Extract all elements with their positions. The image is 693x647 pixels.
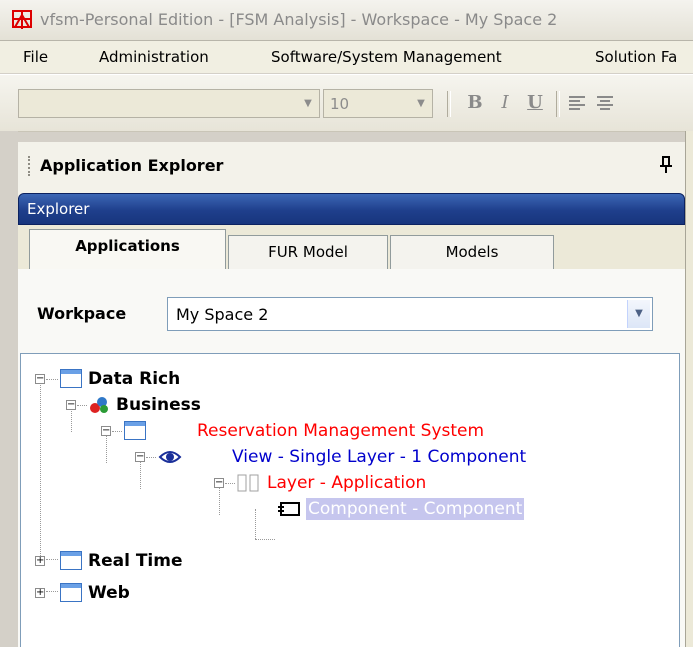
- tree-node-web[interactable]: + Web: [21, 580, 321, 606]
- font-size-value: 10: [330, 95, 350, 113]
- menu-solution[interactable]: Solution Fa: [595, 48, 677, 66]
- toolbar-separator: [447, 91, 451, 117]
- menu-administration[interactable]: Administration: [99, 48, 209, 66]
- menu-software-system-management[interactable]: Software/System Management: [271, 48, 502, 66]
- tab-fur-model[interactable]: FUR Model: [228, 235, 388, 269]
- tree-connector: [112, 431, 122, 432]
- tree-node-reservation-management-system[interactable]: − Reservation Management System: [21, 418, 541, 444]
- collapse-icon[interactable]: −: [101, 426, 111, 436]
- font-name-combo[interactable]: ▼: [18, 89, 320, 118]
- drag-grip-icon[interactable]: [28, 156, 33, 176]
- tree-connector: [146, 457, 156, 458]
- application-tree[interactable]: − Data Rich − Business − Reservation Man…: [20, 353, 680, 647]
- tree-connector: [255, 539, 275, 540]
- applications-tab-body: Workpace My Space 2 ▼ − Data Rich − Busi…: [18, 269, 685, 647]
- expand-icon[interactable]: +: [35, 588, 45, 598]
- tree-node-view[interactable]: − View - Single Layer - 1 Component: [21, 444, 601, 470]
- application-explorer-panel: Application Explorer Explorer Applicatio…: [18, 142, 685, 647]
- explorer-bar[interactable]: Explorer: [18, 193, 685, 225]
- tree-node-business[interactable]: − Business: [21, 392, 321, 418]
- explorer-label: Explorer: [27, 200, 90, 218]
- collapse-icon[interactable]: −: [66, 400, 76, 410]
- italic-button[interactable]: I: [492, 89, 518, 117]
- title-bar: vfsm-Personal Edition - [FSM Analysis] -…: [0, 0, 693, 41]
- expand-icon[interactable]: +: [35, 556, 45, 566]
- system-window-icon: [124, 421, 146, 440]
- tree-node-real-time[interactable]: + Real Time: [21, 548, 321, 574]
- panel-title: Application Explorer: [40, 156, 224, 175]
- collapse-icon[interactable]: −: [214, 478, 224, 488]
- formatting-toolbar: ▼ 10 ▼ B I U: [0, 74, 693, 132]
- align-left-icon[interactable]: [568, 95, 586, 111]
- document-area-edge: [685, 131, 693, 647]
- tree-node-label: Layer - Application: [267, 473, 427, 493]
- workspace-select[interactable]: My Space 2 ▼: [167, 297, 653, 331]
- tree-node-layer[interactable]: − Layer - Application: [21, 470, 501, 496]
- tree-connector: [46, 379, 58, 380]
- tree-node-label: Component - Component: [306, 498, 525, 520]
- bold-button[interactable]: B: [462, 89, 488, 117]
- view-eye-icon: [158, 451, 182, 463]
- collapse-icon[interactable]: −: [135, 452, 145, 462]
- collapse-icon[interactable]: −: [35, 374, 45, 384]
- tree-connector: [77, 405, 87, 406]
- app-logo-icon: [12, 10, 32, 29]
- left-dock-area: [0, 131, 18, 647]
- application-folder-icon: [60, 583, 82, 602]
- tree-node-component[interactable]: Component - Component: [21, 496, 581, 522]
- layer-icon: [237, 474, 259, 492]
- chevron-down-icon[interactable]: ▼: [412, 92, 430, 115]
- tab-strip: Applications FUR Model Models: [18, 225, 685, 270]
- tree-connector: [225, 483, 235, 484]
- font-size-combo[interactable]: 10 ▼: [323, 89, 433, 118]
- workspace-label: Workpace: [37, 304, 127, 323]
- menu-bar: File Administration Software/System Mana…: [0, 41, 693, 73]
- underline-button[interactable]: U: [522, 89, 548, 117]
- tree-node-label: Business: [116, 395, 201, 415]
- tree-node-label: Web: [88, 583, 130, 603]
- window-title: vfsm-Personal Edition - [FSM Analysis] -…: [40, 10, 558, 29]
- tab-models[interactable]: Models: [390, 235, 554, 269]
- tab-applications[interactable]: Applications: [29, 229, 226, 270]
- tree-node-label: Data Rich: [88, 369, 181, 389]
- menu-file[interactable]: File: [23, 48, 48, 66]
- panel-header: Application Explorer: [18, 142, 685, 190]
- chevron-down-icon[interactable]: ▼: [627, 300, 650, 328]
- pin-icon[interactable]: [659, 156, 673, 174]
- component-icon: [278, 502, 300, 516]
- application-folder-icon: [60, 369, 82, 388]
- application-folder-icon: [60, 551, 82, 570]
- align-center-icon[interactable]: [596, 95, 614, 111]
- tree-node-label: Reservation Management System: [197, 421, 485, 441]
- business-domain-icon: [90, 397, 108, 413]
- workspace-value: My Space 2: [176, 305, 269, 324]
- tree-node-label: Real Time: [88, 551, 183, 571]
- chevron-down-icon[interactable]: ▼: [299, 92, 317, 115]
- toolbar-separator: [556, 91, 560, 117]
- tree-node-label: View - Single Layer - 1 Component: [232, 447, 527, 467]
- tree-node-data-rich[interactable]: − Data Rich: [21, 366, 321, 392]
